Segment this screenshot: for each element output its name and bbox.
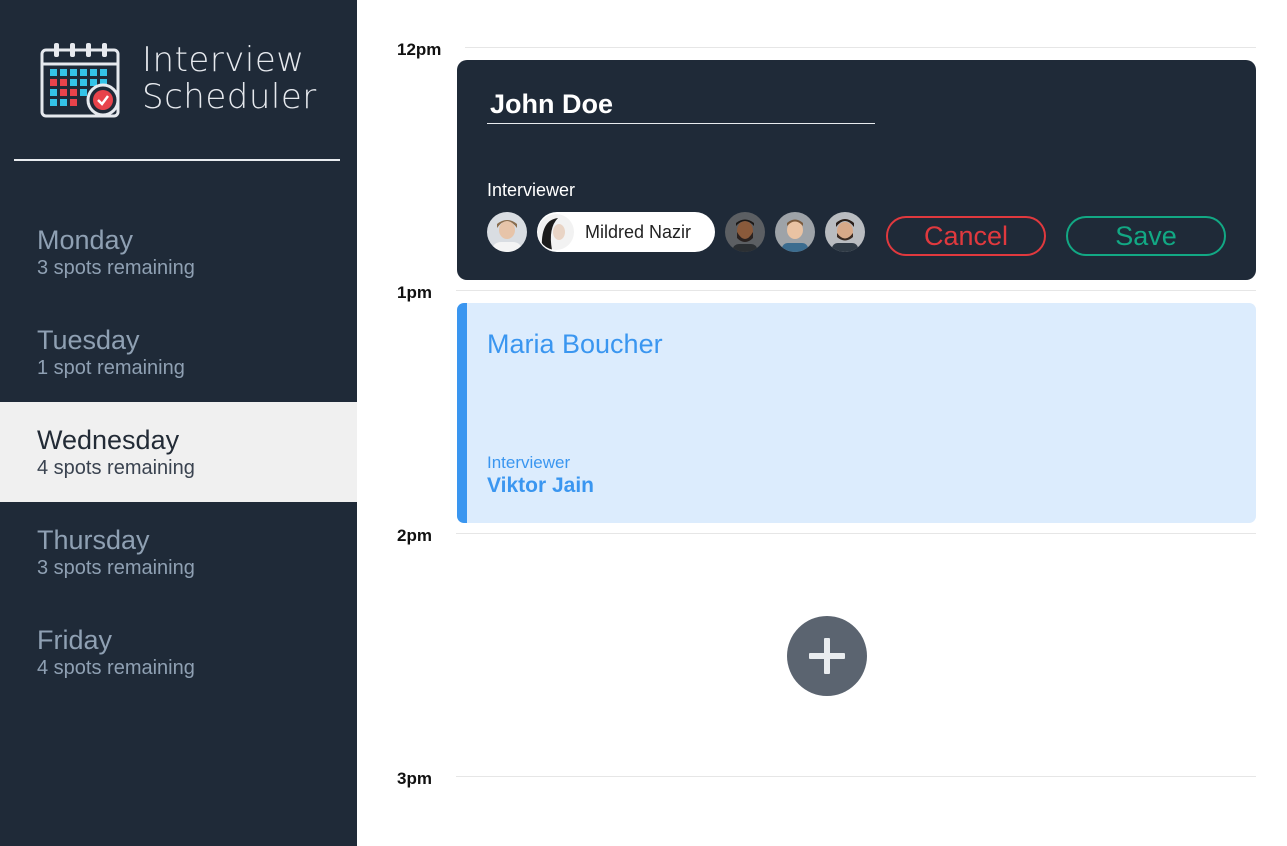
app-title: Interview Scheduler <box>142 42 317 116</box>
time-separator <box>456 776 1256 777</box>
sidebar-divider <box>14 159 340 161</box>
interviewer-avatar[interactable] <box>775 212 815 252</box>
day-spots: 1 spot remaining <box>37 357 185 379</box>
time-label-12pm: 12pm <box>397 40 442 59</box>
day-item-tuesday[interactable]: Tuesday 1 spot remaining <box>0 302 357 402</box>
day-spots: 3 spots remaining <box>37 557 195 579</box>
time-label-1pm: 1pm <box>397 283 432 302</box>
cancel-button[interactable]: Cancel <box>886 216 1046 256</box>
save-button[interactable]: Save <box>1066 216 1226 256</box>
time-label-2pm: 2pm <box>397 526 432 545</box>
plus-icon <box>809 638 845 674</box>
day-name: Friday <box>37 625 113 655</box>
sidebar: Interview Scheduler Monday 3 spots remai… <box>0 0 357 846</box>
day-item-monday[interactable]: Monday 3 spots remaining <box>0 202 357 302</box>
student-name-input[interactable] <box>487 87 875 124</box>
appointment-student-name: Maria Boucher <box>487 329 663 359</box>
interviewer-avatar <box>538 214 574 250</box>
day-spots: 4 spots remaining <box>37 657 195 679</box>
app-title-line-2: Scheduler <box>142 77 317 117</box>
day-name: Tuesday <box>37 325 140 355</box>
calendar-icon <box>40 43 120 118</box>
schedule: 12pm 1pm 2pm 3pm Interviewer Mildred Naz… <box>357 0 1287 846</box>
add-appointment-button[interactable] <box>787 616 867 696</box>
interviewer-list: Mildred Nazir <box>487 212 875 252</box>
time-separator <box>456 533 1256 534</box>
app-title-line-1: Interview <box>142 40 305 80</box>
time-separator <box>465 47 1256 48</box>
app-logo: Interview Scheduler <box>40 42 317 118</box>
day-name: Monday <box>37 225 134 255</box>
interviewer-avatar[interactable] <box>487 212 527 252</box>
time-label-3pm: 3pm <box>397 769 432 788</box>
interviewer-label: Interviewer <box>487 180 576 200</box>
day-spots: 4 spots remaining <box>37 457 195 479</box>
appointment-card[interactable]: Maria Boucher Interviewer Viktor Jain <box>457 303 1256 523</box>
day-list: Monday 3 spots remaining Tuesday 1 spot … <box>0 202 357 702</box>
appointment-form: Interviewer Mildred Nazir Cancel Save <box>457 60 1256 280</box>
day-name: Wednesday <box>37 425 180 455</box>
day-item-thursday[interactable]: Thursday 3 spots remaining <box>0 502 357 602</box>
day-item-wednesday[interactable]: Wednesday 4 spots remaining <box>0 402 357 502</box>
selected-interviewer-name: Mildred Nazir <box>585 221 692 242</box>
day-spots: 3 spots remaining <box>37 257 195 279</box>
appointment-interviewer-label: Interviewer <box>487 453 571 472</box>
interviewer-avatar[interactable] <box>725 212 765 252</box>
appointment-interviewer-name: Viktor Jain <box>487 474 594 497</box>
interviewer-item-selected[interactable]: Mildred Nazir <box>537 212 715 252</box>
day-name: Thursday <box>37 525 150 555</box>
time-separator <box>456 290 1256 291</box>
day-item-friday[interactable]: Friday 4 spots remaining <box>0 602 357 702</box>
interviewer-avatar[interactable] <box>825 212 865 252</box>
